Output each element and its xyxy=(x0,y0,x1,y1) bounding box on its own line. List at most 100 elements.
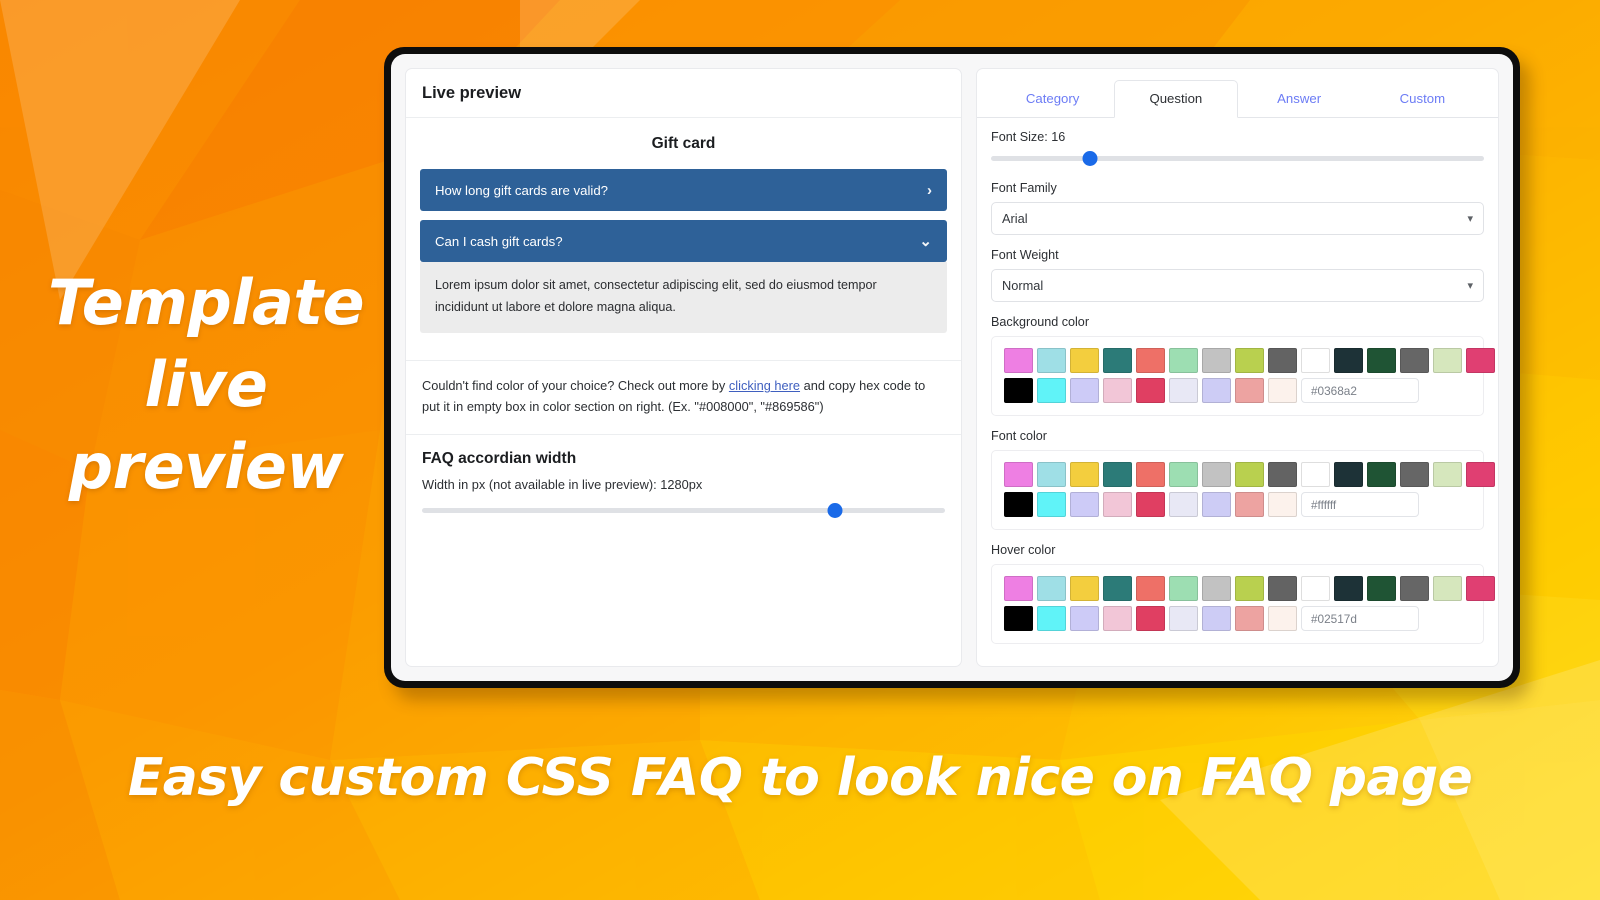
color-swatch[interactable] xyxy=(1136,576,1165,601)
color-swatch[interactable] xyxy=(1466,348,1495,373)
color-swatch[interactable] xyxy=(1169,606,1198,631)
background-swatch-row-2: #0368a2 xyxy=(1004,378,1471,403)
font-size-slider-thumb[interactable] xyxy=(1082,151,1097,166)
color-swatch[interactable] xyxy=(1367,348,1396,373)
color-swatch[interactable] xyxy=(1334,576,1363,601)
color-swatch[interactable] xyxy=(1169,462,1198,487)
color-swatch[interactable] xyxy=(1004,606,1033,631)
color-swatch[interactable] xyxy=(1301,576,1330,601)
tab-question[interactable]: Question xyxy=(1114,80,1237,118)
color-swatch[interactable] xyxy=(1037,462,1066,487)
hover-swatch-row-1 xyxy=(1004,576,1471,601)
font-family-value: Arial xyxy=(1002,211,1028,226)
color-swatch[interactable] xyxy=(1433,348,1462,373)
color-swatch[interactable] xyxy=(1466,576,1495,601)
color-swatch[interactable] xyxy=(1202,576,1231,601)
color-swatch[interactable] xyxy=(1268,606,1297,631)
color-swatch[interactable] xyxy=(1301,348,1330,373)
color-swatch[interactable] xyxy=(1235,378,1264,403)
color-swatch[interactable] xyxy=(1070,462,1099,487)
color-swatch[interactable] xyxy=(1169,576,1198,601)
color-swatch[interactable] xyxy=(1202,348,1231,373)
color-swatch[interactable] xyxy=(1037,348,1066,373)
color-swatch[interactable] xyxy=(1103,606,1132,631)
color-swatch[interactable] xyxy=(1433,462,1462,487)
color-swatch[interactable] xyxy=(1301,462,1330,487)
color-swatch[interactable] xyxy=(1202,492,1231,517)
hover-hex-input[interactable]: #02517d xyxy=(1301,606,1419,631)
tab-answer[interactable]: Answer xyxy=(1238,80,1361,118)
color-swatch[interactable] xyxy=(1004,576,1033,601)
color-swatch[interactable] xyxy=(1268,348,1297,373)
promo-left-heading: Template live preview xyxy=(46,262,366,507)
color-swatch[interactable] xyxy=(1169,378,1198,403)
color-swatch[interactable] xyxy=(1202,378,1231,403)
color-swatch[interactable] xyxy=(1334,462,1363,487)
color-swatch[interactable] xyxy=(1037,606,1066,631)
color-swatch[interactable] xyxy=(1235,576,1264,601)
color-swatch[interactable] xyxy=(1070,492,1099,517)
color-swatch[interactable] xyxy=(1070,378,1099,403)
font-size-slider[interactable] xyxy=(991,150,1484,166)
color-swatch[interactable] xyxy=(1103,348,1132,373)
accordion-header-1[interactable]: How long gift cards are valid? › xyxy=(420,169,947,211)
color-swatch[interactable] xyxy=(1235,492,1264,517)
color-swatch[interactable] xyxy=(1268,462,1297,487)
promo-left-line-1: Template xyxy=(46,262,366,344)
color-swatch[interactable] xyxy=(1400,576,1429,601)
color-swatch[interactable] xyxy=(1037,576,1066,601)
clicking-here-link[interactable]: clicking here xyxy=(729,378,800,393)
color-swatch[interactable] xyxy=(1004,378,1033,403)
color-swatch[interactable] xyxy=(1136,378,1165,403)
color-swatch[interactable] xyxy=(1466,462,1495,487)
color-swatch[interactable] xyxy=(1136,348,1165,373)
color-swatch[interactable] xyxy=(1367,462,1396,487)
color-swatch[interactable] xyxy=(1004,462,1033,487)
color-swatch[interactable] xyxy=(1235,606,1264,631)
color-swatch[interactable] xyxy=(1235,348,1264,373)
tab-custom[interactable]: Custom xyxy=(1361,80,1484,118)
color-swatch[interactable] xyxy=(1037,492,1066,517)
background-hex-input[interactable]: #0368a2 xyxy=(1301,378,1419,403)
faq-width-slider-thumb[interactable] xyxy=(828,503,843,518)
promo-left-line-3: preview xyxy=(46,426,366,508)
color-swatch[interactable] xyxy=(1037,378,1066,403)
color-swatch[interactable] xyxy=(1202,606,1231,631)
color-swatch[interactable] xyxy=(1103,576,1132,601)
faq-category-title: Gift card xyxy=(420,135,947,153)
color-swatch[interactable] xyxy=(1268,378,1297,403)
color-help-note-before: Couldn't find color of your choice? Chec… xyxy=(422,378,729,393)
color-swatch[interactable] xyxy=(1433,576,1462,601)
color-swatch[interactable] xyxy=(1400,348,1429,373)
color-swatch[interactable] xyxy=(1004,492,1033,517)
tab-category[interactable]: Category xyxy=(991,80,1114,118)
color-swatch[interactable] xyxy=(1070,606,1099,631)
color-swatch[interactable] xyxy=(1136,492,1165,517)
color-swatch[interactable] xyxy=(1070,576,1099,601)
color-swatch[interactable] xyxy=(1136,606,1165,631)
color-swatch[interactable] xyxy=(1103,462,1132,487)
color-swatch[interactable] xyxy=(1136,462,1165,487)
color-swatch[interactable] xyxy=(1367,576,1396,601)
color-swatch[interactable] xyxy=(1070,348,1099,373)
tab-answer-label: Answer xyxy=(1277,91,1321,106)
color-swatch[interactable] xyxy=(1169,492,1198,517)
color-swatch[interactable] xyxy=(1103,378,1132,403)
hover-color-label: Hover color xyxy=(991,543,1484,557)
color-swatch[interactable] xyxy=(1004,348,1033,373)
accordion-answer-2: Lorem ipsum dolor sit amet, consectetur … xyxy=(420,262,947,333)
color-swatch[interactable] xyxy=(1169,348,1198,373)
font-hex-input[interactable]: #ffffff xyxy=(1301,492,1419,517)
font-weight-select[interactable]: Normal ▾ xyxy=(991,269,1484,302)
color-swatch[interactable] xyxy=(1334,348,1363,373)
color-swatch[interactable] xyxy=(1103,492,1132,517)
color-swatch[interactable] xyxy=(1268,576,1297,601)
color-swatch[interactable] xyxy=(1202,462,1231,487)
color-swatch[interactable] xyxy=(1235,462,1264,487)
accordion-header-2[interactable]: Can I cash gift cards? ⌄ xyxy=(420,220,947,262)
faq-width-slider[interactable] xyxy=(422,503,945,519)
font-family-select[interactable]: Arial ▾ xyxy=(991,202,1484,235)
accordion-question-2: Can I cash gift cards? xyxy=(435,234,563,249)
color-swatch[interactable] xyxy=(1400,462,1429,487)
color-swatch[interactable] xyxy=(1268,492,1297,517)
